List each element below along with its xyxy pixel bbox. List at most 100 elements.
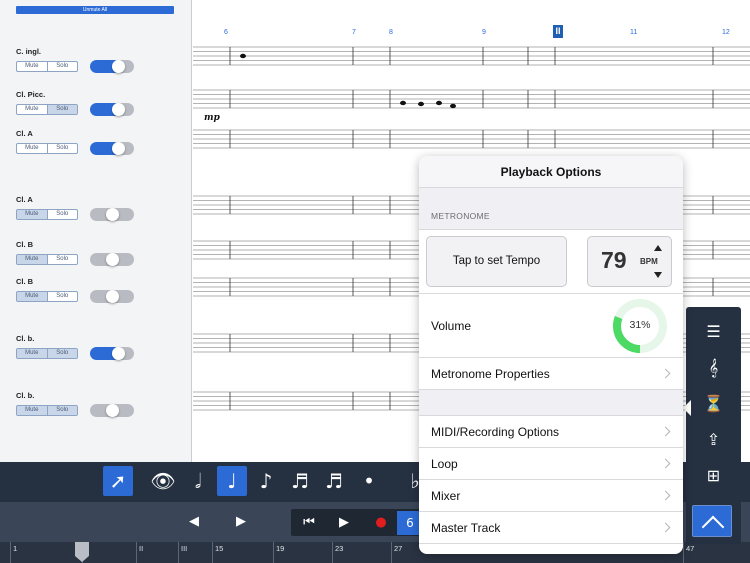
mute-button[interactable]: Mute	[17, 210, 47, 219]
bpm-stepper[interactable]: 79 BPM	[587, 236, 672, 287]
mute-solo-control: Mute Solo	[16, 405, 78, 416]
track-name: Cl. B	[16, 240, 34, 249]
side-toolbar: ☰ 𝄞 ⏳ ⇪ ⊞	[686, 307, 741, 544]
toggle-knob	[112, 60, 125, 73]
select-arrow-icon[interactable]: ➚	[103, 466, 133, 496]
track-toggle[interactable]	[90, 290, 134, 303]
record-icon[interactable]: ●	[368, 511, 394, 535]
score-view-icon[interactable]: 𝄞	[686, 353, 741, 383]
track-name: Cl. A	[16, 195, 33, 204]
track-name: C. ingl.	[16, 47, 41, 56]
bpm-up-arrow-icon[interactable]	[654, 245, 662, 251]
solo-button[interactable]: Solo	[46, 62, 78, 71]
half-note-icon[interactable]: 𝅗𝅥	[183, 466, 213, 496]
mute-solo-control: Mute Solo	[16, 254, 78, 265]
mute-solo-control: Mute Solo	[16, 61, 78, 72]
sixteenth-note-icon[interactable]: ♬	[285, 466, 315, 496]
track-name: Cl. B	[16, 277, 34, 286]
collapse-chevron-up-icon[interactable]	[692, 505, 732, 537]
track-name: Cl. A	[16, 129, 33, 138]
solo-button[interactable]: Solo	[46, 144, 78, 153]
tap-tempo-button[interactable]: Tap to set Tempo	[426, 236, 567, 287]
share-icon[interactable]: ⇪	[686, 425, 741, 455]
mute-solo-control: Mute Solo	[16, 143, 78, 154]
midi-recording-label: MIDI/Recording Options	[431, 425, 560, 439]
volume-label: Volume	[431, 319, 472, 333]
toggle-knob	[112, 347, 125, 360]
eighth-note-icon[interactable]: ♪	[251, 466, 281, 496]
timeline-tick	[136, 542, 137, 563]
mixer-label: Mixer	[431, 489, 461, 503]
thirty-second-note-icon[interactable]: ♬	[319, 466, 349, 496]
track-toggle[interactable]	[90, 347, 134, 360]
solo-button[interactable]: Solo	[46, 105, 77, 114]
loop-row[interactable]: Loop	[419, 448, 683, 480]
metronome-properties-row[interactable]: Metronome Properties	[419, 358, 683, 390]
mute-button[interactable]: Mute	[17, 144, 47, 153]
track-toggle[interactable]	[90, 60, 134, 73]
toggle-knob	[106, 253, 119, 266]
timeline-number: 23	[335, 544, 344, 553]
toggle-knob	[106, 290, 119, 303]
track-name: Cl. b.	[16, 391, 35, 400]
mute-button[interactable]: Mute	[17, 62, 47, 71]
track-row: Cl. A Mute Solo	[0, 129, 192, 165]
track-toggle[interactable]	[90, 208, 134, 221]
master-track-row[interactable]: Master Track	[419, 512, 683, 544]
track-row: Cl. A Mute Solo	[0, 195, 192, 231]
timeline-tick	[273, 542, 274, 563]
mute-button[interactable]: Mute	[17, 406, 47, 415]
mute-button[interactable]: Mute	[17, 349, 47, 358]
track-toggle[interactable]	[90, 103, 134, 116]
list-icon[interactable]: ☰	[686, 317, 741, 347]
toggle-knob	[106, 208, 119, 221]
track-row: Cl. Picc. Mute Solo	[0, 90, 192, 126]
track-toggle[interactable]	[90, 404, 134, 417]
rewind-icon[interactable]: ⏮	[296, 511, 322, 535]
view-eye-icon[interactable]: 👁	[148, 466, 178, 496]
solo-button[interactable]: Solo	[46, 349, 77, 358]
dot-icon[interactable]: •	[354, 466, 384, 496]
solo-button[interactable]: Solo	[46, 292, 78, 301]
track-name: Cl. b.	[16, 334, 35, 343]
mute-button[interactable]: Mute	[17, 255, 47, 264]
previous-arrow-icon[interactable]: ◀	[181, 510, 207, 534]
timeline-number: 19	[276, 544, 285, 553]
timeline-number: 47	[686, 544, 695, 553]
popover-arrow	[683, 400, 691, 416]
track-row: Cl. b. Mute Solo	[0, 334, 192, 370]
measure-number: 11	[630, 29, 638, 36]
bpm-label: BPM	[640, 257, 658, 266]
track-row: Cl. b. Mute Solo	[0, 391, 192, 427]
quarter-note-icon[interactable]: ♩	[217, 466, 247, 496]
volume-dial[interactable]: 31%	[612, 298, 668, 354]
track-row: Cl. B Mute Solo	[0, 240, 192, 276]
toggle-knob	[112, 103, 125, 116]
metronome-icon[interactable]: ⏳	[686, 389, 741, 419]
mixer-row[interactable]: Mixer	[419, 480, 683, 512]
timeline-number: 15	[215, 544, 224, 553]
playback-cursor[interactable]: II	[553, 25, 563, 38]
bpm-value: 79	[601, 247, 627, 273]
notehead	[418, 101, 424, 107]
grid-icon[interactable]: ⊞	[686, 461, 741, 491]
popover-title: Playback Options	[419, 156, 683, 188]
solo-button[interactable]: Solo	[46, 255, 78, 264]
mute-button[interactable]: Mute	[17, 292, 47, 301]
timeline-tick	[391, 542, 392, 563]
track-toggle[interactable]	[90, 142, 134, 155]
track-row: Cl. B Mute Solo	[0, 277, 192, 313]
timeline-tick	[332, 542, 333, 563]
timeline-handle[interactable]	[75, 542, 89, 562]
next-arrow-icon[interactable]: ▶	[228, 510, 254, 534]
play-icon[interactable]: ▶	[331, 511, 357, 535]
solo-button[interactable]: Solo	[46, 210, 78, 219]
unmute-all-button[interactable]: Unmute All	[16, 6, 174, 14]
solo-button[interactable]: Solo	[46, 406, 77, 415]
mute-button[interactable]: Mute	[17, 105, 47, 114]
bpm-down-arrow-icon[interactable]	[654, 272, 662, 278]
midi-recording-row[interactable]: MIDI/Recording Options	[419, 416, 683, 448]
timeline-number: III	[181, 544, 188, 553]
notehead	[400, 100, 406, 106]
track-toggle[interactable]	[90, 253, 134, 266]
